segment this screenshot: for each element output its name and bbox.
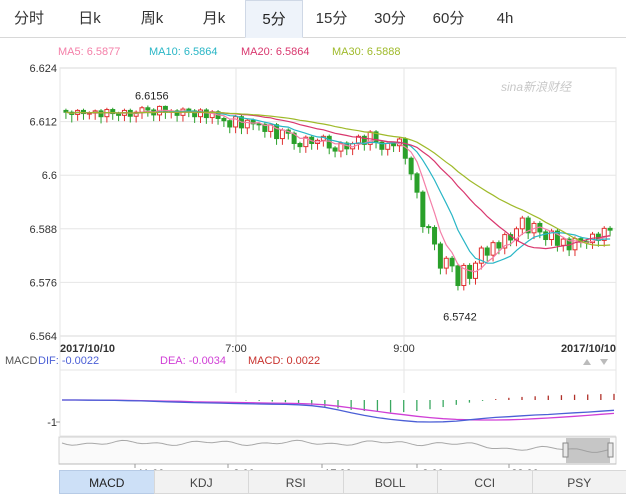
ind-tab-boll[interactable]: BOLL — [342, 470, 438, 494]
period-tabs: 分时 日k 周k 月k 5分 15分 30分 60分 4h — [0, 0, 626, 38]
navigator-right-handle — [607, 442, 614, 458]
candle-body — [426, 226, 432, 229]
indicator-tabs: MACD KDJ RSI BOLL CCI PSY — [59, 470, 626, 494]
candle-body — [203, 109, 209, 119]
y-tick-label: 6.588 — [29, 224, 57, 236]
ind-tab-macd[interactable]: MACD — [59, 470, 155, 494]
candle-body — [244, 119, 250, 129]
tab-2[interactable]: 周k — [121, 0, 183, 38]
y-tick-label: 6.612 — [29, 117, 57, 129]
scroll-down-icon — [600, 359, 608, 365]
candle-body — [543, 231, 549, 241]
tab-6[interactable]: 30分 — [360, 0, 420, 38]
kline-chart: 6.6246.6126.66.5886.5766.5642017/10/10 7:… — [5, 46, 617, 470]
candle-body — [560, 238, 566, 246]
low-annotation: 6.5742 — [443, 311, 477, 323]
x-tick-label: 9:00 — [393, 343, 414, 355]
y-tick-label: 6.576 — [29, 277, 57, 289]
tab-7[interactable]: 60分 — [420, 0, 477, 38]
ma-legend-1: MA5: 6.5877 — [58, 46, 120, 58]
candle-body — [227, 120, 233, 128]
candle-body — [233, 116, 239, 128]
high-annotation: 6.6156 — [135, 91, 169, 103]
macd-legend-name: MACD — [5, 355, 37, 367]
candle-body — [297, 142, 303, 148]
candle-body — [467, 264, 473, 279]
candle-body — [385, 142, 391, 150]
candle-body — [98, 110, 104, 118]
candle-body — [420, 191, 426, 228]
x-tick-label: 7:00 — [225, 343, 246, 355]
candle-body — [256, 123, 262, 126]
tab-0[interactable]: 分时 — [0, 0, 58, 38]
y-tick-label: 6.564 — [29, 331, 57, 343]
x-tick-label: 2017/10/10 — [561, 343, 616, 355]
candle-body — [279, 129, 285, 140]
candle-body — [145, 107, 151, 111]
macd-legend-dea: DEA: -0.0034 — [160, 355, 226, 367]
navigator-selection — [566, 438, 610, 463]
ind-tab-cci[interactable]: CCI — [437, 470, 533, 494]
ma-legend-4: MA30: 6.5888 — [332, 46, 401, 58]
y-tick-label: 6.624 — [29, 63, 57, 75]
tab-5[interactable]: 15分 — [303, 0, 360, 38]
candle-body — [443, 257, 449, 269]
scroll-up-icon — [583, 359, 591, 365]
candle-body — [274, 124, 280, 140]
ma-legend-3: MA20: 6.5864 — [241, 46, 310, 58]
tab-3[interactable]: 月k — [183, 0, 245, 38]
candle-body — [437, 243, 443, 269]
candle-body — [455, 265, 461, 287]
watermark: sina新浪财经 — [501, 80, 573, 94]
candle-body — [391, 142, 397, 147]
y-tick-label: 6.6 — [42, 170, 57, 182]
macd-y-tick: -1 — [47, 417, 57, 429]
x-tick-label: 2017/10/10 — [60, 343, 115, 355]
navigator-left-handle — [562, 442, 569, 458]
candle-body — [332, 147, 338, 152]
candle-body — [414, 173, 420, 193]
ma-line-ma5 — [65, 109, 611, 273]
candle-body — [490, 242, 496, 256]
macd-legend-macd: MACD: 0.0022 — [248, 355, 320, 367]
candle-body — [221, 117, 227, 122]
tab-1[interactable]: 日k — [58, 0, 121, 38]
ind-tab-kdj[interactable]: KDJ — [153, 470, 249, 494]
ind-tab-rsi[interactable]: RSI — [248, 470, 344, 494]
candle-body — [408, 157, 414, 175]
candle-body — [519, 217, 525, 230]
candle-body — [116, 113, 122, 116]
macd-legend-dif: DIF: -0.0022 — [38, 355, 99, 367]
ind-tab-psy[interactable]: PSY — [531, 470, 626, 494]
navigator-frame — [58, 436, 617, 465]
tab-8[interactable]: 4h — [477, 0, 533, 38]
tab-4[interactable]: 5分 — [245, 0, 303, 38]
candle-body — [607, 227, 613, 231]
ma-legend-2: MA10: 6.5864 — [149, 46, 218, 58]
candle-body — [496, 242, 502, 249]
candle-body — [484, 247, 490, 256]
candle-body — [449, 257, 455, 267]
candle-body — [432, 226, 438, 245]
